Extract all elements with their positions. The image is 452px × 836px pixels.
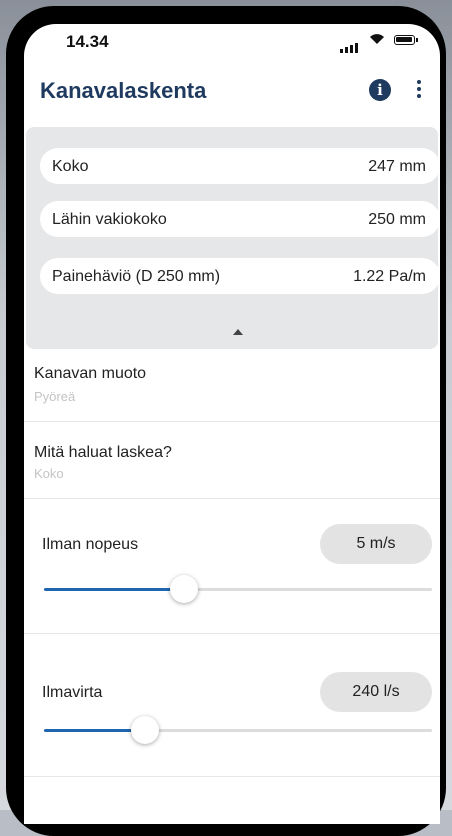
slider-fill bbox=[44, 729, 145, 732]
airflow-slider[interactable] bbox=[44, 716, 432, 744]
velocity-slider-block: Ilman nopeus 5 m/s bbox=[24, 499, 440, 634]
status-time: 14.34 bbox=[66, 32, 109, 51]
calculate-setting[interactable]: Mitä haluat laskea? Koko bbox=[24, 422, 440, 499]
result-label: Koko bbox=[52, 158, 89, 175]
results-panel: Koko 247 mm Lähin vakiokoko 250 mm Paine… bbox=[26, 127, 440, 349]
velocity-value-chip[interactable]: 5 m/s bbox=[320, 524, 432, 564]
setting-title: Mitä haluat laskea? bbox=[34, 444, 172, 461]
more-vert-icon[interactable] bbox=[416, 80, 422, 102]
airflow-value-chip[interactable]: 240 l/s bbox=[320, 672, 432, 712]
result-row-standard-size: Lähin vakiokoko 250 mm bbox=[40, 201, 440, 237]
setting-value: Koko bbox=[34, 466, 64, 481]
slider-thumb[interactable] bbox=[130, 716, 159, 744]
result-value: 1.22 Pa/m bbox=[353, 268, 426, 285]
result-row-pressure-loss: Painehäviö (D 250 mm) 1.22 Pa/m bbox=[40, 258, 440, 294]
result-value: 250 mm bbox=[368, 211, 426, 228]
airflow-slider-block: Ilmavirta 240 l/s bbox=[24, 634, 440, 777]
velocity-slider[interactable] bbox=[44, 575, 432, 603]
app-bar: Kanavalaskenta i bbox=[24, 64, 440, 116]
slider-fill bbox=[44, 588, 184, 591]
phone-frame: 14.34 Kanavalaskenta i Koko 247 mm Lähin… bbox=[6, 6, 446, 836]
result-label: Lähin vakiokoko bbox=[52, 211, 167, 228]
slider-thumb[interactable] bbox=[169, 575, 198, 603]
page-title: Kanavalaskenta bbox=[40, 78, 207, 103]
battery-icon bbox=[394, 35, 418, 45]
setting-title: Kanavan muoto bbox=[34, 365, 147, 382]
result-value: 247 mm bbox=[368, 158, 426, 175]
slider-label: Ilman nopeus bbox=[42, 536, 139, 553]
result-row-size: Koko 247 mm bbox=[40, 148, 440, 184]
duct-shape-setting[interactable]: Kanavan muoto Pyöreä bbox=[24, 351, 440, 422]
setting-value: Pyöreä bbox=[34, 389, 76, 404]
status-bar: 14.34 bbox=[24, 24, 440, 58]
result-label: Painehäviö (D 250 mm) bbox=[52, 268, 221, 285]
wifi-icon bbox=[370, 34, 384, 44]
info-icon[interactable]: i bbox=[369, 79, 391, 101]
app-screen: 14.34 Kanavalaskenta i Koko 247 mm Lähin… bbox=[24, 24, 440, 824]
slider-label: Ilmavirta bbox=[42, 684, 103, 701]
collapse-icon[interactable] bbox=[233, 329, 243, 335]
signal-icon bbox=[340, 35, 360, 53]
